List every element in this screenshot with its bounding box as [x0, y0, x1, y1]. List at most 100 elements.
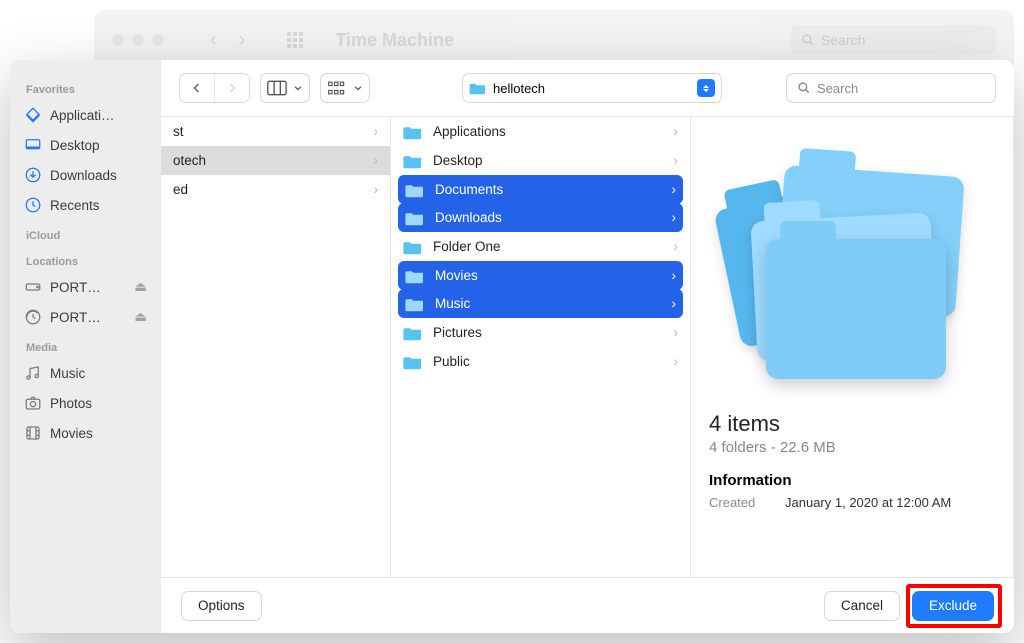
chevron-down-icon [293, 83, 303, 93]
sidebar-item-label: PORT… [50, 280, 101, 295]
path-label: hellotech [493, 81, 691, 96]
folder-icon [405, 182, 425, 198]
item-label: st [173, 124, 184, 139]
desktop-icon [24, 136, 42, 154]
sidebar-group-icloud: iCloud [10, 220, 161, 246]
list-item[interactable]: Pictures› [391, 318, 690, 347]
folder-icon [469, 81, 487, 95]
item-label: Music [435, 296, 470, 311]
sidebar-item-label: Downloads [50, 168, 117, 183]
list-item[interactable]: Folder One › [391, 232, 690, 261]
eject-icon[interactable]: ⏏ [134, 279, 147, 295]
sidebar-item-disk-2[interactable]: PORT… ⏏ [10, 302, 161, 332]
chevron-right-icon: › [674, 153, 679, 168]
clock-icon [24, 196, 42, 214]
sidebar-item-downloads[interactable]: Downloads [10, 160, 161, 190]
camera-icon [24, 394, 42, 412]
options-button[interactable]: Options [181, 591, 262, 621]
chevron-right-icon: › [672, 296, 677, 311]
back-button[interactable] [180, 74, 214, 102]
item-label: ed [173, 182, 188, 197]
traffic-lights [112, 34, 164, 46]
sidebar-item-label: PORT… [50, 310, 101, 325]
column-1: st › otech › ed › [161, 117, 391, 577]
created-value: January 1, 2020 at 12:00 AM [785, 495, 951, 510]
sidebar-item-desktop[interactable]: Desktop [10, 130, 161, 160]
folder-icon [405, 268, 425, 284]
chevron-right-icon: › [674, 239, 679, 254]
folder-icon [403, 153, 423, 169]
group-by-button[interactable] [320, 73, 370, 103]
column-2: Applications›Desktop›Documents›Downloads… [391, 117, 691, 577]
sidebar: Favorites Applicati… Desktop Downloads R… [10, 60, 161, 633]
folder-icon [403, 239, 423, 255]
sidebar-item-movies[interactable]: Movies [10, 418, 161, 448]
list-item[interactable]: Downloads› [398, 203, 683, 232]
item-label: Desktop [433, 153, 483, 168]
sidebar-item-recents[interactable]: Recents [10, 190, 161, 220]
folder-icon [403, 354, 423, 370]
sidebar-item-disk-1[interactable]: PORT… ⏏ [10, 272, 161, 302]
created-key: Created [709, 495, 769, 510]
folder-stack-preview [722, 161, 982, 381]
list-item[interactable]: Public› [391, 347, 690, 376]
search-icon [801, 33, 815, 47]
cancel-button[interactable]: Cancel [824, 591, 900, 621]
eject-icon[interactable]: ⏏ [134, 309, 147, 325]
bg-window-title: Time Machine [335, 30, 454, 51]
list-item[interactable]: Movies › [398, 261, 683, 290]
chevron-right-icon: › [674, 325, 679, 340]
sidebar-item-photos[interactable]: Photos [10, 388, 161, 418]
chevron-down-icon [353, 83, 363, 93]
chevron-right-icon: › [239, 29, 246, 52]
chevron-right-icon [226, 81, 238, 95]
item-label: Documents [435, 182, 503, 197]
view-columns-button[interactable] [260, 73, 310, 103]
item-label: Folder One [433, 239, 501, 254]
chevron-left-icon [191, 81, 203, 95]
list-item[interactable]: Music › [398, 289, 683, 318]
app-icon [24, 106, 42, 124]
list-item[interactable]: Desktop › [391, 146, 690, 175]
sidebar-group-media: Media [10, 332, 161, 358]
list-item[interactable]: Applications› [391, 117, 690, 146]
list-item[interactable]: otech › [161, 146, 390, 175]
sidebar-item-label: Music [50, 366, 85, 381]
preview-created-row: Created January 1, 2020 at 12:00 AM [709, 495, 995, 510]
folder-icon [405, 210, 425, 226]
sidebar-group-favorites: Favorites [10, 74, 161, 100]
chevron-right-icon: › [672, 268, 677, 283]
search-placeholder: Search [817, 81, 858, 96]
sidebar-item-label: Photos [50, 396, 92, 411]
preview-info-heading: Information [709, 472, 995, 489]
music-icon [24, 364, 42, 382]
forward-button[interactable] [215, 74, 249, 102]
sidebar-item-applications[interactable]: Applicati… [10, 100, 161, 130]
list-item[interactable]: st › [161, 117, 390, 146]
list-item[interactable]: ed › [161, 175, 390, 204]
item-label: otech [173, 153, 206, 168]
item-label: Movies [435, 268, 478, 283]
search-field[interactable]: Search [786, 73, 996, 103]
chevron-right-icon: › [672, 210, 677, 225]
path-popup-button[interactable]: hellotech [462, 73, 722, 103]
chevron-left-icon: ‹ [210, 29, 217, 52]
preview-column: 4 items 4 folders - 22.6 MB Information … [691, 117, 1014, 577]
folder-icon [403, 325, 423, 341]
sidebar-group-locations: Locations [10, 246, 161, 272]
list-item[interactable]: Documents › [398, 175, 683, 204]
column-browser: st › otech › ed › Applications›Desktop›D… [161, 117, 1014, 577]
annotation-highlight [906, 584, 1002, 628]
chevron-right-icon: › [374, 182, 379, 197]
preview-count: 4 items [709, 411, 995, 437]
timemachine-disk-icon [24, 308, 42, 326]
sidebar-item-label: Applicati… [50, 108, 115, 123]
chevron-right-icon: › [672, 182, 677, 197]
sidebar-item-music[interactable]: Music [10, 358, 161, 388]
file-picker-sheet: Favorites Applicati… Desktop Downloads R… [10, 60, 1014, 633]
bg-search-field: Search [791, 25, 996, 55]
chevron-right-icon: › [374, 153, 379, 168]
preview-subtitle: 4 folders - 22.6 MB [709, 439, 995, 456]
group-icon [327, 80, 347, 96]
search-icon [797, 81, 811, 95]
